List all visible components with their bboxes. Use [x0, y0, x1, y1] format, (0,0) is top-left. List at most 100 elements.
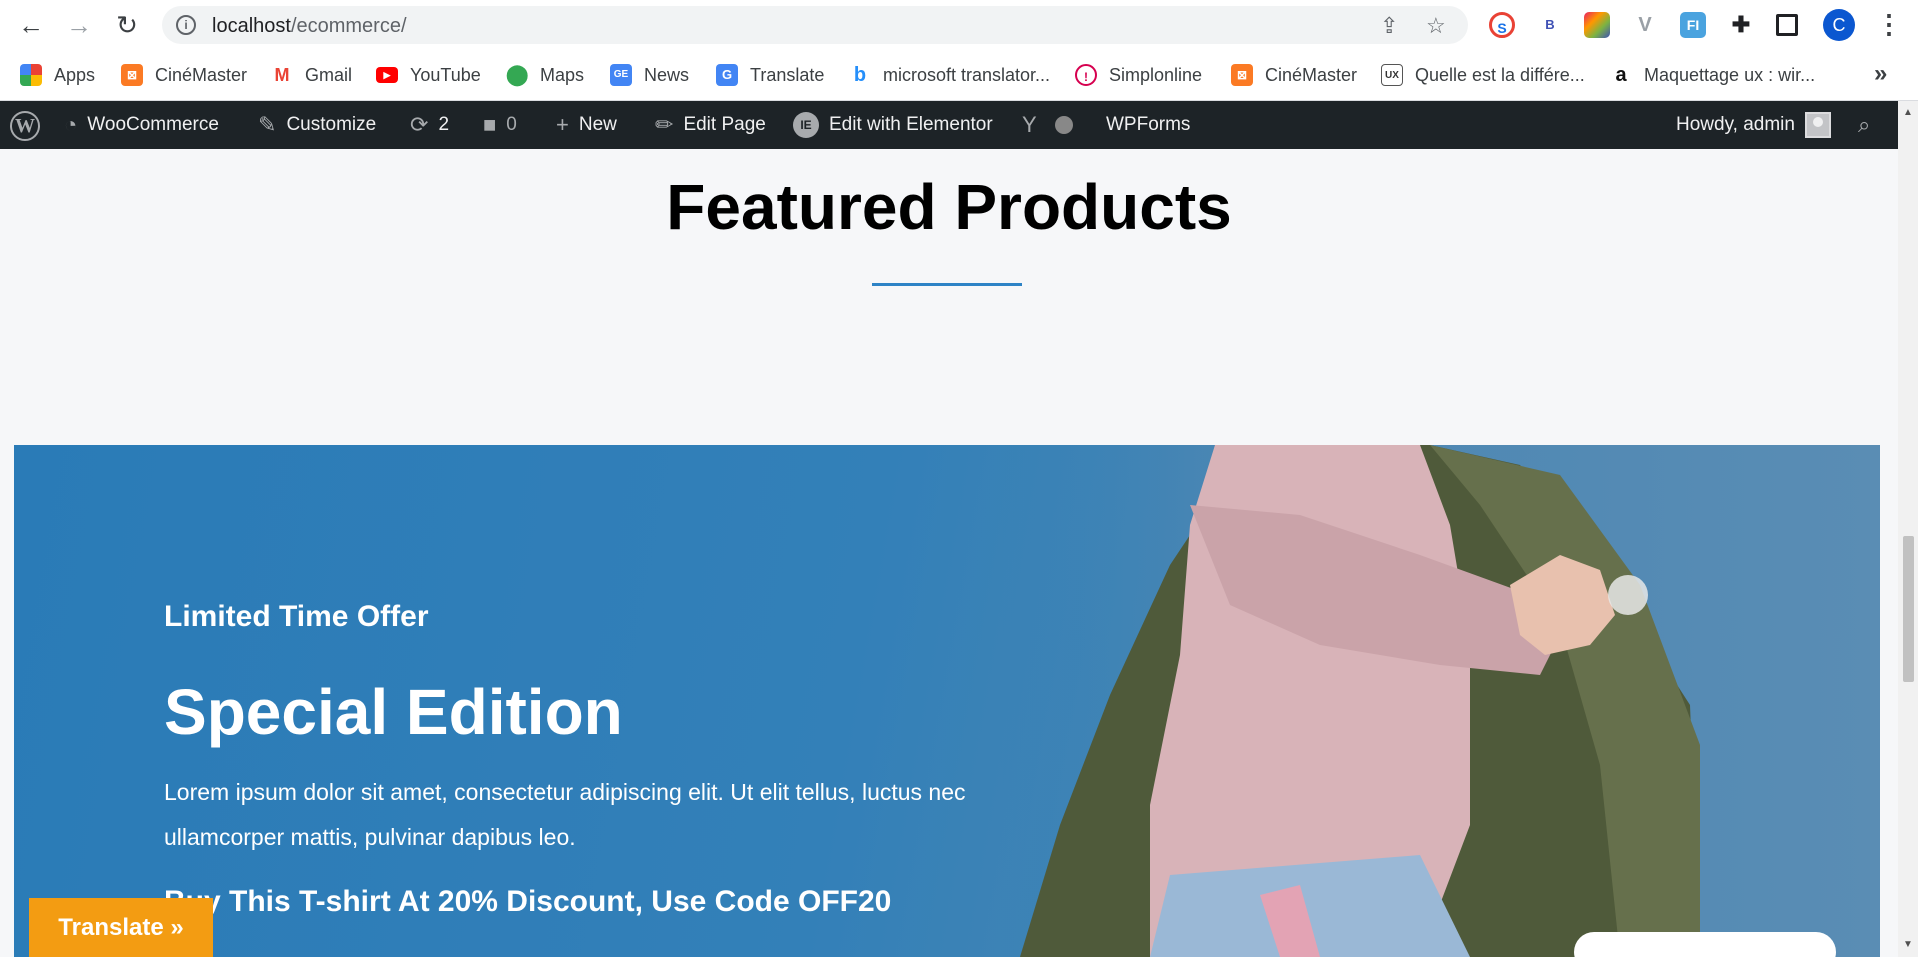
browser-menu-icon[interactable]: ⋮: [1876, 10, 1902, 40]
hero-promo-text: Buy This T-shirt At 20% Discount, Use Co…: [164, 885, 892, 918]
profile-avatar[interactable]: C: [1823, 9, 1855, 41]
adminbar-wpforms[interactable]: WPForms: [1106, 101, 1190, 149]
hero-headline: Special Edition: [164, 676, 623, 748]
translator-ext-icon[interactable]: S: [1489, 12, 1515, 38]
site-info-icon[interactable]: i: [176, 15, 196, 35]
adminbar-updates[interactable]: ⟳ 2: [410, 101, 449, 149]
updates-icon: ⟳: [410, 112, 429, 137]
bookmark-translate[interactable]: G Translate: [716, 62, 824, 88]
bookmark-cinemaster-2[interactable]: ⊠ CinéMaster: [1231, 62, 1357, 88]
adminbar-search-icon[interactable]: ⌕: [1858, 101, 1870, 149]
title-underline: [872, 283, 1022, 286]
adminbar-woocommerce[interactable]: ◔ WooCommerce: [64, 101, 219, 149]
browser-chrome: ← → ↻ i localhost/ecommerce/ ⇪ ☆ S B V F…: [0, 0, 1918, 101]
bookmarks-overflow-icon[interactable]: »: [1874, 60, 1887, 88]
forward-arrow-icon[interactable]: →: [64, 10, 94, 40]
adminbar-label: Customize: [286, 114, 377, 135]
hero-cta-button[interactable]: [1574, 932, 1836, 957]
adminbar-label: Edit Page: [683, 114, 766, 135]
bookmark-youtube[interactable]: ▶ YouTube: [376, 62, 481, 88]
bookmark-label: Translate: [750, 64, 825, 85]
bookmark-label: YouTube: [410, 64, 481, 85]
bookmark-news[interactable]: GE News: [610, 62, 689, 88]
adminbar-label: New: [578, 114, 617, 135]
bookmark-maps[interactable]: ⬤ Maps: [506, 62, 584, 88]
colorful-ext-icon[interactable]: [1584, 12, 1610, 38]
adminbar-label: WooCommerce: [87, 114, 219, 135]
hero-kicker: Limited Time Offer: [164, 600, 429, 633]
model-photo: [1000, 445, 1880, 957]
section-title: Featured Products: [666, 171, 1232, 243]
apps-grid-icon: [20, 64, 42, 86]
url-text[interactable]: localhost/ecommerce/: [212, 15, 407, 38]
bookmark-label: CinéMaster: [1265, 64, 1358, 85]
extensions-puzzle-icon[interactable]: ✚: [1728, 12, 1754, 38]
url-host: localhost: [212, 15, 291, 37]
adminbar-edit-page[interactable]: ✏ Edit Page: [655, 101, 766, 149]
plus-icon: +: [556, 112, 569, 137]
google-news-icon: GE: [610, 64, 632, 86]
url-path: /ecommerce/: [290, 15, 407, 37]
pencil-icon: ✏: [655, 112, 674, 137]
bookmark-label: News: [644, 64, 690, 85]
bookmark-microsoft-translator[interactable]: b microsoft translator...: [849, 62, 1050, 88]
bookmark-label: Apps: [54, 64, 96, 85]
adminbar-yoast[interactable]: Y: [1022, 101, 1073, 149]
bookmark-cinemaster[interactable]: ⊠ CinéMaster: [121, 62, 247, 88]
bookmark-label: Gmail: [305, 64, 353, 85]
share-icon[interactable]: ⇪: [1380, 13, 1398, 39]
bookmark-label: Maps: [540, 64, 585, 85]
dashboard-gauge-icon: ◔: [64, 112, 78, 137]
maps-pin-icon: ⬤: [506, 64, 529, 86]
adminbar-label: WPForms: [1106, 114, 1191, 135]
bookmark-simplonline[interactable]: ! Simplonline: [1075, 62, 1202, 88]
comments-count: 0: [506, 114, 517, 135]
page-scrollbar[interactable]: ▲ ▼: [1898, 101, 1918, 957]
scroll-down-icon[interactable]: ▼: [1903, 939, 1913, 950]
adminbar-howdy-admin[interactable]: Howdy, admin: [1676, 101, 1831, 149]
fi-ext-icon[interactable]: FI: [1680, 12, 1706, 38]
browser-toolbar: ← → ↻ i localhost/ecommerce/ ⇪ ☆ S B V F…: [0, 0, 1918, 50]
side-panel-icon[interactable]: [1776, 14, 1798, 36]
reload-icon[interactable]: ↻: [112, 10, 142, 40]
admin-avatar: [1804, 112, 1831, 138]
adminbar-comments[interactable]: ■ 0: [483, 101, 517, 149]
adminbar-label: Howdy, admin: [1676, 114, 1795, 135]
bookmark-maquettage-ux[interactable]: a Maquettage ux : wir...: [1610, 62, 1815, 88]
xampp-icon: ⊠: [1231, 64, 1253, 86]
bookmark-quelle-est-la-difference[interactable]: UX Quelle est la différe...: [1381, 62, 1585, 88]
comment-bubble-icon: ■: [483, 112, 497, 137]
v-ext-icon[interactable]: V: [1632, 12, 1658, 38]
scroll-up-icon[interactable]: ▲: [1903, 107, 1913, 118]
updates-count: 2: [438, 114, 450, 135]
bookmark-label: CinéMaster: [155, 64, 248, 85]
gmail-icon: M: [271, 64, 293, 86]
blog-ux-icon: UX: [1381, 64, 1403, 86]
bookmark-label: microsoft translator...: [883, 64, 1051, 85]
bookmark-label: Simplonline: [1109, 64, 1203, 85]
google-translate-icon: G: [716, 64, 738, 86]
yoast-icon: Y: [1022, 112, 1037, 137]
scrollbar-thumb[interactable]: [1903, 536, 1914, 682]
paintbrush-icon: ✎: [258, 112, 277, 137]
special-edition-banner: Limited Time Offer Special Edition Lorem…: [14, 445, 1880, 957]
bookmarks-bar: Apps ⊠ CinéMaster M Gmail ▶ YouTube ⬤ Maps G…: [0, 50, 1918, 100]
adminbar-customize[interactable]: ✎ Customize: [258, 101, 376, 149]
elementor-icon: IE: [793, 112, 819, 138]
bookmark-apps[interactable]: Apps: [20, 62, 95, 88]
bing-icon: b: [849, 64, 871, 86]
bookmark-star-icon[interactable]: ☆: [1426, 13, 1446, 39]
b-ext-icon[interactable]: B: [1537, 12, 1563, 38]
adminbar-edit-with-elementor[interactable]: IE Edit with Elementor: [793, 101, 993, 149]
bookmark-label: Maquettage ux : wir...: [1644, 64, 1816, 85]
translate-widget-button[interactable]: Translate »: [29, 898, 213, 957]
hero-body-text: Lorem ipsum dolor sit amet, consectetur …: [164, 779, 966, 850]
bookmark-gmail[interactable]: M Gmail: [271, 62, 352, 88]
wordpress-logo-icon[interactable]: W: [10, 111, 40, 141]
back-arrow-icon[interactable]: ←: [16, 10, 46, 40]
adminbar-new[interactable]: + New: [556, 101, 617, 149]
amazon-icon: a: [1610, 64, 1632, 86]
address-bar[interactable]: i localhost/ecommerce/ ⇪ ☆: [162, 6, 1468, 44]
xampp-icon: ⊠: [121, 64, 143, 86]
seo-status-dot-icon: [1054, 116, 1073, 134]
